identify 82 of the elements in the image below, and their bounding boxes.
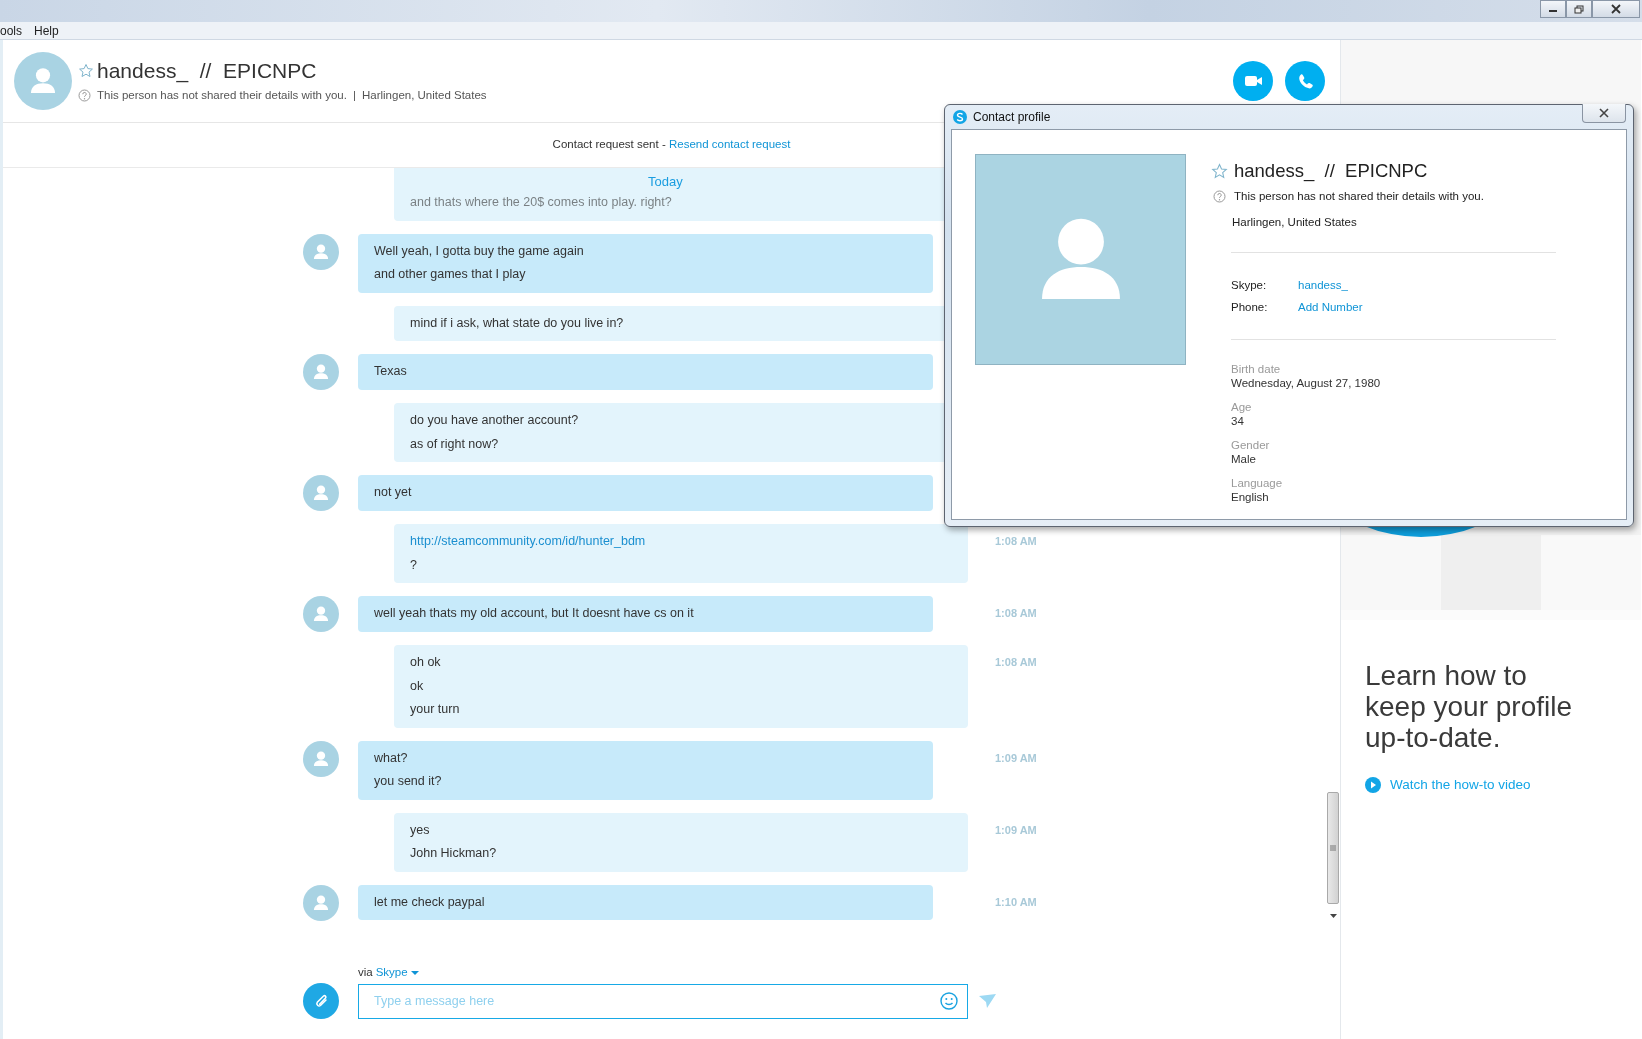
detail-label: Birth date: [1231, 361, 1282, 376]
message-field[interactable]: Type a message here: [358, 983, 968, 1019]
star-icon[interactable]: [78, 62, 94, 79]
message-text: you send it?: [374, 773, 443, 790]
help-icon: [78, 89, 91, 102]
contact-name: handess_ // EPICNPC: [1234, 160, 1428, 182]
message-text: your turn: [410, 701, 461, 718]
person-icon: [311, 483, 331, 503]
request-status: Contact request sent -: [552, 137, 667, 153]
paperclip-icon: [313, 994, 329, 1008]
detail-label: Gender: [1231, 437, 1271, 452]
resend-link[interactable]: Resend contact request: [668, 136, 791, 154]
message-time: 1:09 AM: [995, 822, 1037, 838]
detail-label: Language: [1231, 475, 1284, 490]
menu-item[interactable]: Help: [34, 21, 59, 40]
caret-icon: [410, 971, 419, 975]
phone-icon: [1296, 72, 1314, 90]
message-time: 1:10 AM: [995, 894, 1037, 910]
service-selector[interactable]: Skype: [375, 964, 419, 982]
scrollbar-thumb[interactable]: [1327, 792, 1339, 904]
minimize-button[interactable]: [1540, 0, 1566, 18]
message-text: let me check paypal: [374, 893, 486, 911]
privacy-notice: This person has not shared their details with you.: [1234, 189, 1484, 204]
message-text: what?: [374, 749, 409, 767]
separator-text: |: [352, 87, 356, 103]
message-time: 1:08 AM: [995, 655, 1037, 670]
via-label: via: [358, 965, 373, 981]
person-icon: [311, 362, 331, 382]
date-divider: Today: [648, 173, 683, 191]
message-text: not yet: [374, 484, 413, 501]
message-text: yes: [410, 821, 431, 839]
attach-button[interactable]: [303, 983, 339, 1019]
play-icon: [1365, 777, 1381, 794]
privacy-notice: This person has not shared their details with you.: [97, 87, 347, 103]
contact-location: Harlingen, United States: [361, 87, 487, 103]
message-text: oh ok: [410, 654, 442, 671]
field-label: Phone:: [1231, 299, 1269, 315]
close-button[interactable]: [1592, 0, 1640, 18]
message-text: and thats where the 20$ comes into play. right?: [410, 194, 673, 211]
message-text: well yeah thats my old account, but It doesnt have cs on it: [374, 605, 695, 622]
menu-item[interactable]: ools: [0, 21, 22, 40]
restore-icon: [1574, 4, 1584, 14]
video-call-button[interactable]: [1233, 61, 1273, 101]
video-camera-icon: [1243, 73, 1263, 89]
field-link[interactable]: handess_: [1298, 276, 1348, 295]
message-time: 1:08 AM: [995, 606, 1037, 621]
message-time: 1:09 AM: [995, 750, 1037, 766]
detail-value: Wednesday, August 27, 1980: [1231, 376, 1382, 391]
grip-icon: [1329, 845, 1337, 851]
message-text: Well yeah, I gotta buy the game again: [374, 242, 585, 260]
window-title: Contact profile: [973, 109, 1051, 126]
scroll-down-icon[interactable]: [1328, 913, 1338, 919]
help-icon: [1213, 190, 1226, 204]
star-icon[interactable]: [1211, 162, 1228, 180]
contact-name: handess_ // EPICNPC: [97, 57, 317, 84]
message-text: ok: [410, 677, 425, 695]
message-text: ?: [410, 556, 418, 574]
detail-label: Age: [1231, 399, 1253, 414]
message-time: 1:08 AM: [995, 534, 1037, 549]
app-logo-icon: [952, 109, 968, 125]
field-link[interactable]: Add Number: [1298, 298, 1363, 317]
call-button[interactable]: [1285, 61, 1325, 101]
detail-value: English: [1231, 490, 1270, 505]
close-icon: [1611, 4, 1621, 14]
close-icon: [1599, 108, 1609, 118]
contact-location: Harlingen, United States: [1232, 215, 1358, 231]
message-text: as of right now?: [410, 435, 500, 453]
person-icon: [311, 604, 331, 624]
detail-value: Male: [1231, 452, 1257, 467]
send-icon[interactable]: [978, 993, 997, 1009]
message-text: do you have another account?: [410, 412, 580, 429]
message-text: mind if i ask, what state do you live in?: [410, 314, 625, 332]
maximize-button[interactable]: [1566, 0, 1592, 18]
detail-value: 34: [1231, 414, 1245, 429]
video-link[interactable]: Watch the how-to video: [1341, 775, 1642, 796]
message-text: Texas: [374, 363, 408, 380]
close-button[interactable]: [1582, 104, 1626, 123]
message-link[interactable]: http://steamcommunity.com/id/hunter_bdm: [410, 530, 952, 554]
field-label: Skype:: [1231, 277, 1268, 293]
promo-heading: Learn how to keep your profile up-to-date.: [1365, 660, 1573, 753]
message-text: and other games that I play: [374, 266, 527, 283]
message-text: John Hickman?: [410, 845, 498, 862]
